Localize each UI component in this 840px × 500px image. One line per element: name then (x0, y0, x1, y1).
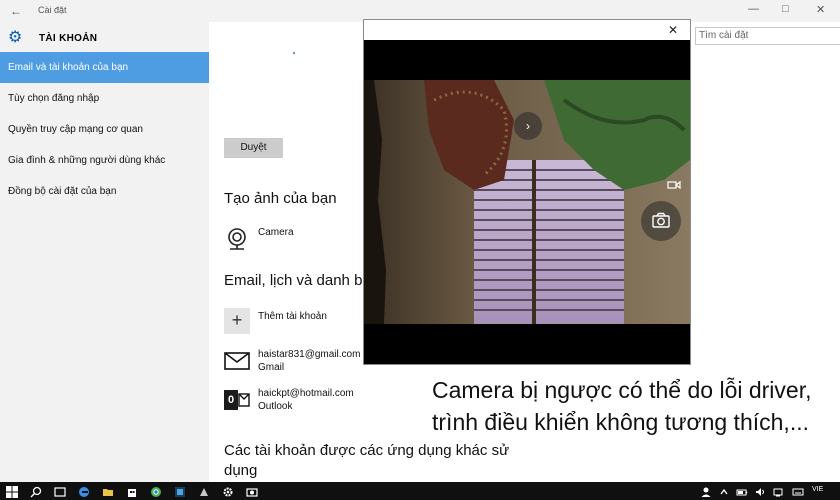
account-email: haistar831@gmail.com (258, 349, 361, 360)
sidebar-item-sign-in-options[interactable]: Tùy chọn đăng nhập (0, 83, 209, 114)
mail-icon (224, 348, 250, 374)
camera-popup-titlebar: ✕ (364, 20, 690, 40)
battery-icon[interactable] (736, 485, 748, 497)
maximize-icon[interactable]: □ (782, 3, 789, 15)
add-account-button[interactable]: + Thêm tài khoản (224, 308, 327, 334)
close-icon[interactable]: ✕ (816, 3, 825, 16)
taskbar: VIE (0, 482, 840, 500)
apps-accounts-heading: Các tài khoản được các ứng dụng khác sử … (224, 442, 510, 479)
account-outlook[interactable]: 0 haickpt@hotmail.com Outlook (224, 387, 354, 413)
caption-line-2: trình điều khiển không tương thích,... (432, 409, 809, 435)
chevron-up-icon[interactable] (718, 485, 730, 497)
gear-icon: ⚙ (8, 29, 23, 46)
photoshop-icon[interactable] (174, 485, 186, 497)
chevron-right-icon[interactable]: › (514, 112, 542, 140)
create-picture-heading: Tạo ảnh của bạn (224, 190, 337, 207)
browse-button[interactable]: Duyệt (224, 138, 283, 158)
search-input[interactable]: Tìm cài đặt (695, 27, 840, 45)
window-title: Cài đặt (38, 5, 67, 15)
add-account-label: Thêm tài khoản (258, 311, 327, 322)
keyboard-icon[interactable] (792, 485, 804, 497)
language-indicator[interactable]: VIE (812, 486, 823, 493)
camera-shutter-icon[interactable] (641, 201, 681, 241)
chrome-icon[interactable] (150, 485, 162, 497)
camera-option[interactable]: Camera (224, 226, 294, 252)
app-icon[interactable] (198, 485, 210, 497)
close-icon[interactable]: ✕ (668, 23, 678, 37)
store-icon[interactable] (126, 485, 138, 497)
settings-taskbar-icon[interactable] (222, 485, 234, 497)
volume-icon[interactable] (754, 485, 766, 497)
loading-dot (293, 52, 295, 54)
video-mode-icon[interactable] (667, 177, 681, 190)
outlook-icon: 0 (224, 387, 250, 413)
sidebar: ⚙ TÀI KHOẢN Email và tài khoản của bạn T… (0, 22, 209, 482)
settings-window: ← Cài đặt — □ ✕ ⚙ TÀI KHOẢN Email và tài… (0, 0, 840, 500)
account-outlook-info: haickpt@hotmail.com Outlook (258, 387, 354, 413)
file-explorer-icon[interactable] (102, 485, 114, 497)
task-view-icon[interactable] (54, 485, 66, 497)
search-icon[interactable] (30, 485, 42, 498)
sidebar-item-work-access[interactable]: Quyền truy cập mạng cơ quan (0, 114, 209, 145)
section-title: TÀI KHOẢN (39, 32, 98, 44)
plus-icon: + (224, 308, 250, 334)
account-provider: Outlook (258, 401, 293, 412)
minimize-icon[interactable]: — (748, 3, 759, 15)
camera-app-icon[interactable] (246, 485, 258, 497)
sidebar-header: ⚙ TÀI KHOẢN (8, 28, 97, 48)
webcam-icon (224, 226, 250, 252)
caption-line-1: Camera bị ngược có thể do lỗi driver, (432, 377, 812, 403)
account-gmail[interactable]: haistar831@gmail.com Gmail (224, 348, 360, 374)
sidebar-item-email-accounts[interactable]: Email và tài khoản của bạn (0, 52, 209, 83)
camera-label: Camera (258, 227, 294, 238)
windows-start-icon[interactable] (6, 485, 18, 498)
account-provider: Gmail (258, 362, 285, 373)
people-icon[interactable] (700, 485, 712, 497)
sidebar-item-family[interactable]: Gia đình & những người dùng khác (0, 145, 209, 176)
caption: Camera bị ngược có thể do lỗi driver, tr… (432, 374, 812, 438)
network-icon[interactable] (772, 485, 784, 497)
camera-preview: › (364, 40, 690, 364)
sidebar-item-sync[interactable]: Đồng bộ cài đặt của bạn (0, 176, 209, 207)
account-gmail-info: haistar831@gmail.com Gmail (258, 348, 360, 374)
edge-icon[interactable] (78, 485, 90, 497)
camera-popup: ✕ › (363, 19, 691, 365)
back-arrow-icon[interactable]: ← (8, 3, 24, 19)
account-email: haickpt@hotmail.com (258, 388, 354, 399)
sidebar-nav: Email và tài khoản của bạn Tùy chọn đăng… (0, 52, 209, 207)
email-heading: Email, lịch và danh bạ (224, 272, 371, 289)
